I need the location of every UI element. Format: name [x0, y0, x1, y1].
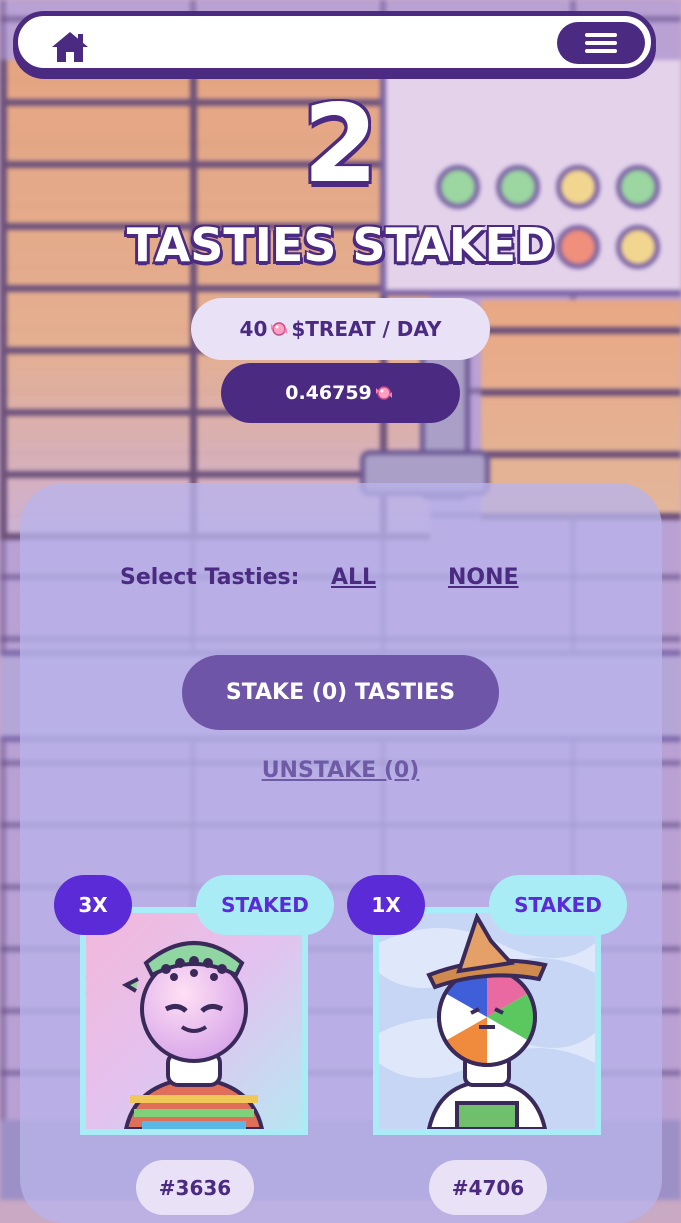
unstake-link-row: UNSTAKE (0) — [0, 758, 681, 783]
top-nav-bar — [13, 11, 656, 73]
select-label: Select Tasties: — [120, 565, 300, 590]
token-id-label: #3636 — [136, 1160, 254, 1215]
status-badge: STAKED — [196, 875, 334, 935]
multiplier-badge: 1X — [347, 875, 425, 935]
rate-unit: $TREAT / DAY — [291, 317, 442, 341]
home-button[interactable] — [50, 30, 90, 64]
unstake-link[interactable]: UNSTAKE (0) — [262, 758, 420, 783]
token-image[interactable] — [373, 907, 601, 1135]
stake-button[interactable]: STAKE (0) TASTIES — [182, 655, 499, 730]
tasty-character-image — [379, 913, 595, 1129]
candy-icon — [271, 322, 288, 336]
tasty-character-image — [86, 913, 302, 1129]
token-id-label: #4706 — [429, 1160, 547, 1215]
treat-balance-pill: 0.46759 — [221, 363, 460, 423]
menu-button[interactable] — [557, 22, 645, 64]
status-badge: STAKED — [489, 875, 627, 935]
hamburger-menu-icon — [585, 33, 617, 37]
candy-icon — [375, 386, 392, 400]
token-image[interactable] — [80, 907, 308, 1135]
select-all-link[interactable]: ALL — [331, 565, 376, 590]
rate-amount: 40 — [239, 317, 268, 341]
home-icon — [52, 32, 88, 62]
treat-balance: 0.46759 — [285, 382, 372, 404]
multiplier-badge: 3X — [54, 875, 132, 935]
select-none-link[interactable]: NONE — [448, 565, 519, 590]
token-card: 3X STAKED #3636 — [54, 875, 344, 1215]
earn-rate-pill: 40 $TREAT / DAY — [191, 298, 490, 360]
staked-label: TASTIES STAKED — [126, 218, 555, 272]
token-card: 1X STAKED #4706 — [347, 875, 637, 1215]
staked-count: 2 — [302, 82, 379, 207]
